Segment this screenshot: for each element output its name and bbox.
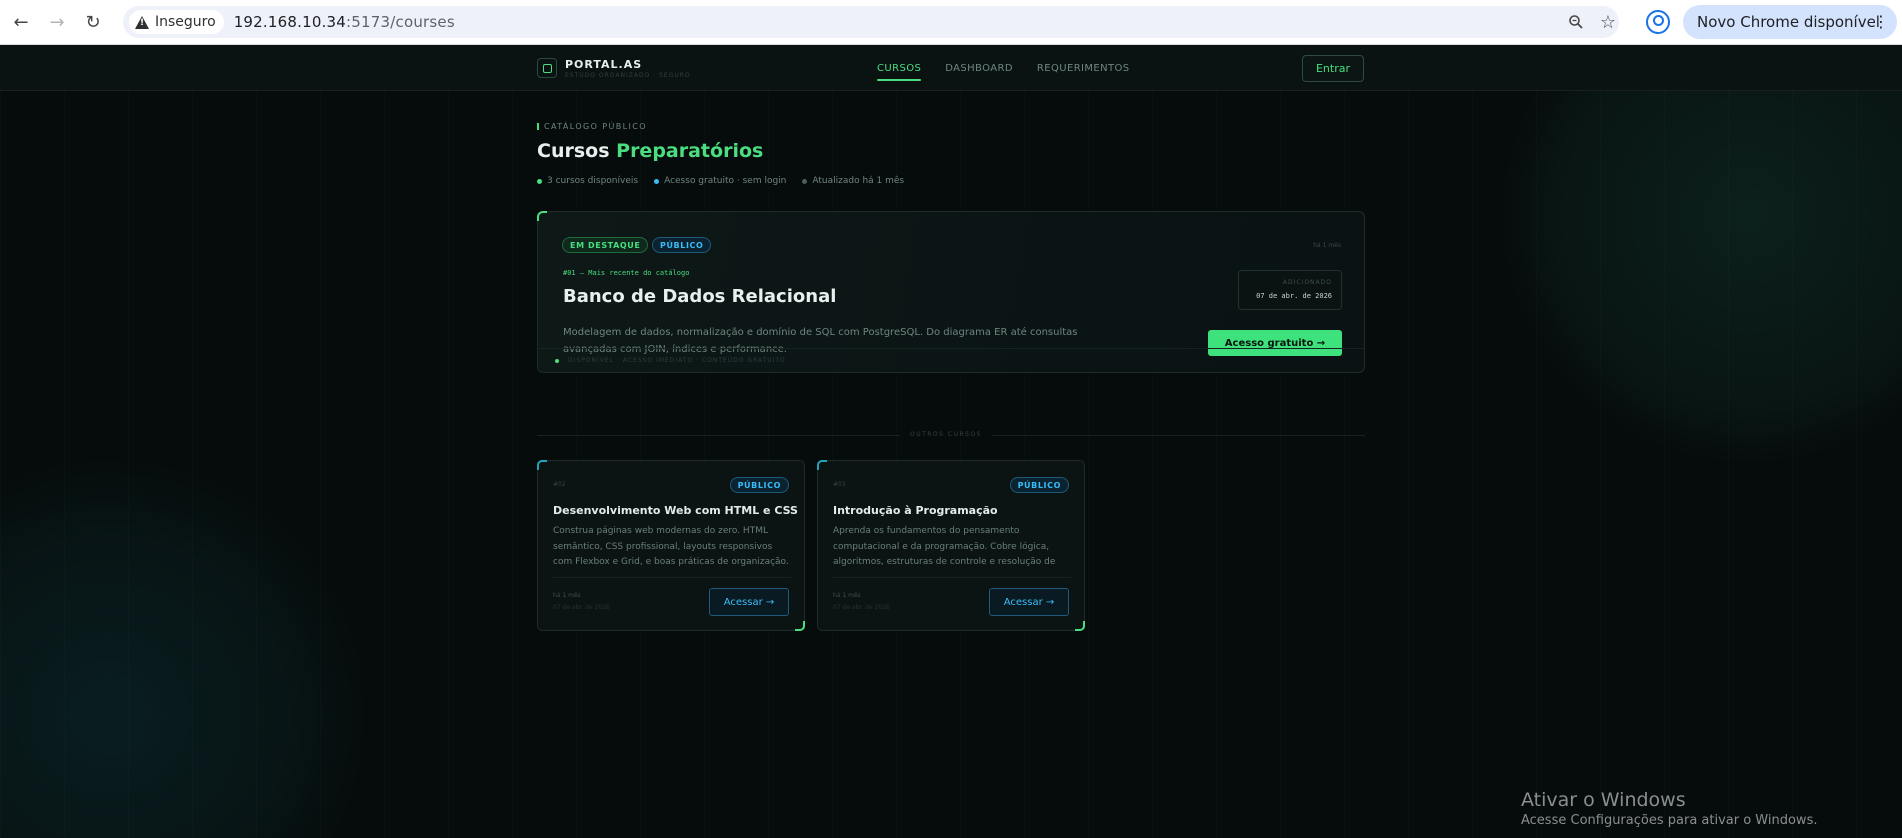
zoom-icon[interactable] xyxy=(1566,12,1586,32)
brand-name[interactable]: PORTAL.AS xyxy=(565,58,642,71)
url-host: 192.168.10.34 xyxy=(233,13,347,31)
insecure-chip[interactable]: Inseguro xyxy=(129,10,224,34)
browser-toolbar: ← → ↻ Inseguro 192.168.10.34:5173/course… xyxy=(0,0,1902,45)
public-badge: PÚBLICO xyxy=(729,477,789,493)
course-card: #03 PÚBLICO Introdução à Programação Apr… xyxy=(817,460,1085,631)
login-button[interactable]: Entrar xyxy=(1302,55,1364,82)
nav-dashboard[interactable]: DASHBOARD xyxy=(945,63,1013,74)
status-dot-icon xyxy=(555,359,559,363)
catalog-eyebrow: CATÁLOGO PÚBLICO xyxy=(537,122,647,131)
featured-footer: DISPONÍVEL · ACESSO IMEDIATO · CONTEÚDO … xyxy=(538,348,1364,372)
logo-icon[interactable] xyxy=(537,58,557,78)
course-card: #02 PÚBLICO Desenvolvimento Web com HTML… xyxy=(537,460,805,631)
public-badge: PÚBLICO xyxy=(1009,477,1069,493)
url-text: 192.168.10.34:5173/courses xyxy=(234,13,455,31)
course-title[interactable]: Introdução à Programação xyxy=(833,504,998,517)
windows-activation-title: Ativar o Windows xyxy=(1521,789,1686,811)
catalog-meta: 3 cursos disponíveis Acesso gratuito · s… xyxy=(537,176,904,186)
course-description: Aprenda os fundamentos do pensamento com… xyxy=(833,526,1056,567)
added-label: ADICIONADO xyxy=(1282,279,1332,286)
access-button[interactable]: Acessar → xyxy=(989,588,1069,616)
course-title[interactable]: Desenvolvimento Web com HTML e CSS xyxy=(553,504,798,517)
featured-title[interactable]: Banco de Dados Relacional xyxy=(563,286,836,307)
brand-tagline: ESTUDO ORGANIZADO · SEGURO xyxy=(565,72,691,79)
nav-cursos[interactable]: CURSOS xyxy=(877,63,922,81)
title-accent: Preparatórios xyxy=(616,140,764,162)
forward-icon[interactable]: → xyxy=(44,9,70,35)
url-path: :5173/courses xyxy=(346,13,455,31)
course-number: #02 xyxy=(553,481,566,488)
featured-number: #01 — Mais recente do catálogo xyxy=(563,269,690,277)
card-divider xyxy=(553,577,791,578)
page-title: Cursos Preparatórios xyxy=(537,140,763,162)
insecure-label: Inseguro xyxy=(155,14,216,30)
featured-course-card: EM DESTAQUE PÚBLICO há 1 mês #01 — Mais … xyxy=(537,211,1365,373)
featured-ago: há 1 mês xyxy=(1313,242,1341,249)
course-date: 07 de abr. de 2026 xyxy=(553,604,610,611)
course-date: 07 de abr. de 2026 xyxy=(833,604,890,611)
access-button[interactable]: Acessar → xyxy=(709,588,789,616)
course-ago: há 1 mês xyxy=(833,592,861,599)
back-icon[interactable]: ← xyxy=(8,9,34,35)
nav-requerimentos[interactable]: REQUERIMENTOS xyxy=(1037,63,1130,74)
divider-label: OUTROS CURSOS xyxy=(900,431,992,438)
card-divider xyxy=(833,577,1071,578)
address-bar[interactable]: Inseguro 192.168.10.34:5173/courses ☆ xyxy=(123,6,1619,38)
public-badge: PÚBLICO xyxy=(652,237,712,253)
featured-footer-text: DISPONÍVEL · ACESSO IMEDIATO · CONTEÚDO … xyxy=(568,357,786,364)
meta-course-count: 3 cursos disponíveis xyxy=(537,176,638,186)
site-header: PORTAL.AS ESTUDO ORGANIZADO · SEGURO CUR… xyxy=(0,45,1902,91)
added-date-box: ADICIONADO 07 de abr. de 2026 xyxy=(1238,270,1342,310)
bookmark-star-icon[interactable]: ☆ xyxy=(1598,12,1618,33)
chrome-update-button[interactable]: Novo Chrome disponível ⋮ xyxy=(1683,5,1897,39)
warning-icon xyxy=(135,15,149,29)
meta-updated: Atualizado há 1 mês xyxy=(802,176,904,186)
featured-badge: EM DESTAQUE xyxy=(562,237,649,253)
reload-icon[interactable]: ↻ xyxy=(80,9,106,35)
update-label: Novo Chrome disponível xyxy=(1697,13,1880,31)
main-nav: CURSOS DASHBOARD REQUERIMENTOS xyxy=(877,63,1154,81)
title-plain: Cursos xyxy=(537,140,617,162)
course-description: Construa páginas web modernas do zero. H… xyxy=(553,526,789,567)
profile-icon[interactable] xyxy=(1646,10,1670,34)
more-menu-icon[interactable]: ⋮ xyxy=(1873,12,1889,31)
meta-access: Acesso gratuito · sem login xyxy=(654,176,786,186)
course-number: #03 xyxy=(833,481,846,488)
page: PORTAL.AS ESTUDO ORGANIZADO · SEGURO CUR… xyxy=(0,45,1902,838)
background-grid xyxy=(0,45,1902,838)
windows-activation-subtitle: Acesse Configurações para ativar o Windo… xyxy=(1521,813,1818,828)
added-date: 07 de abr. de 2026 xyxy=(1256,292,1332,300)
course-ago: há 1 mês xyxy=(553,592,581,599)
